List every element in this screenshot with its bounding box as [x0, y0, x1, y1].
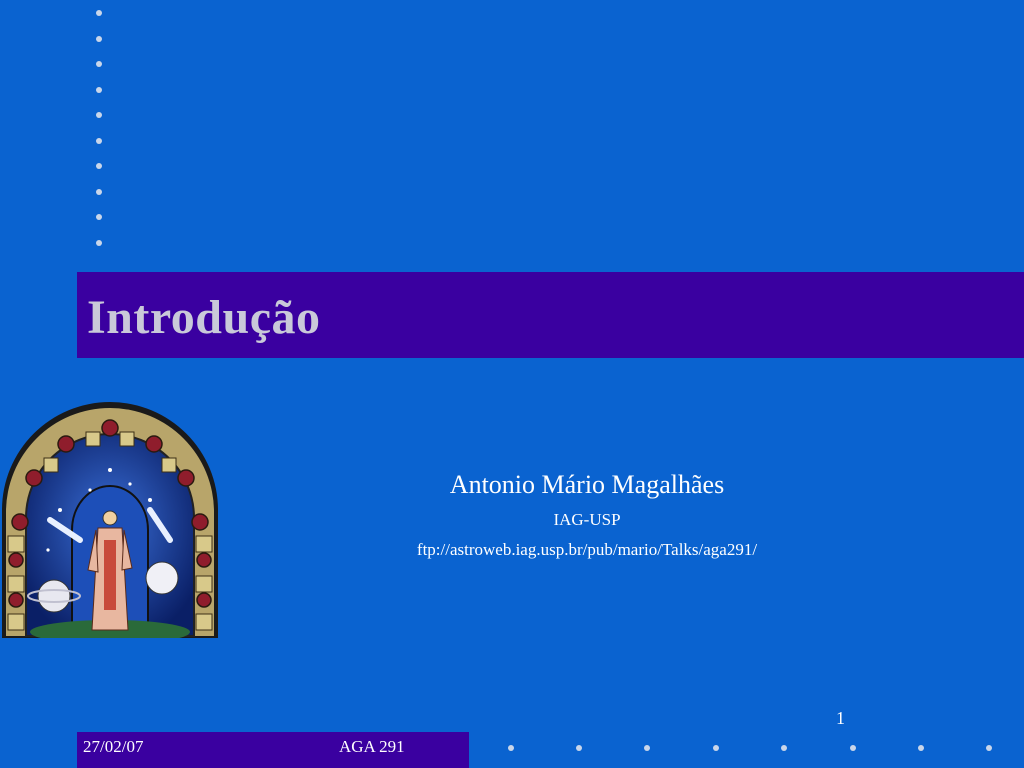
slide-title: Introdução — [87, 291, 321, 344]
dot — [96, 35, 102, 42]
dot — [644, 745, 650, 751]
ftp-url: ftp://astroweb.iag.usp.br/pub/mario/Talk… — [416, 540, 758, 559]
page-number: 1 — [836, 708, 845, 728]
dot — [918, 745, 924, 751]
dot — [713, 745, 719, 751]
horizontal-dot-decoration — [508, 745, 1008, 753]
footer-bar: 27/02/07 AGA 291 — [77, 732, 469, 768]
dot — [96, 214, 102, 220]
dot — [96, 137, 102, 144]
dot — [96, 239, 102, 246]
dot — [850, 745, 856, 751]
author-block: Antonio Mário Magalhães IAG-USP ftp://as… — [340, 468, 834, 560]
dot — [96, 163, 102, 169]
dot — [96, 10, 102, 16]
footer-course: AGA 291 — [339, 737, 405, 756]
dot — [781, 745, 787, 751]
author-name: Antonio Mário Magalhães — [449, 470, 725, 499]
dot — [96, 86, 102, 93]
vertical-dot-decoration — [96, 10, 108, 265]
dot — [508, 745, 514, 751]
dot — [96, 188, 102, 195]
dot — [96, 61, 102, 67]
dot — [96, 112, 102, 118]
dot — [576, 745, 582, 751]
stained-glass-window-image — [2, 402, 218, 638]
dot — [986, 745, 992, 751]
affiliation: IAG-USP — [553, 510, 621, 529]
footer-date: 27/02/07 — [83, 737, 144, 756]
title-bar: Introdução — [77, 272, 1024, 358]
